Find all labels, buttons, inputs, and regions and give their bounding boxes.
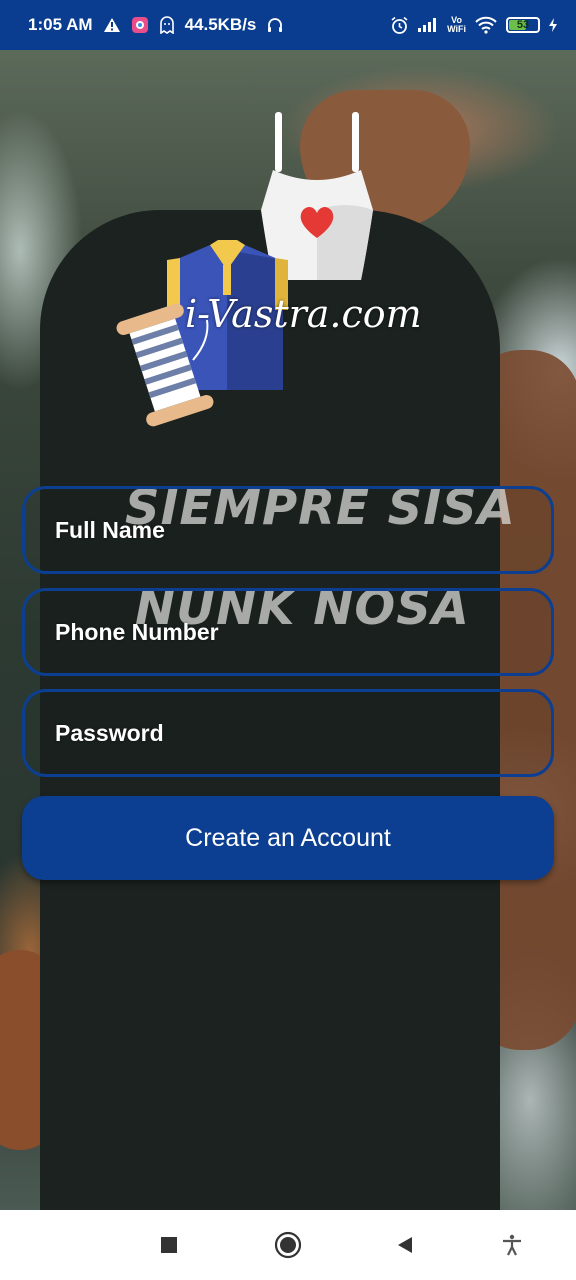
phone-number-label: Phone Number: [55, 618, 219, 645]
headset-icon: [266, 16, 284, 34]
warning-icon: [103, 17, 121, 33]
wifi-icon: [474, 16, 498, 34]
full-name-label: Full Name: [55, 516, 165, 543]
charging-icon: [548, 17, 558, 33]
phone-number-field[interactable]: Phone Number: [22, 588, 554, 676]
alarm-icon: [390, 16, 409, 35]
app-logo: [110, 110, 470, 430]
network-speed: 44.5KB/s: [184, 15, 257, 34]
back-icon[interactable]: [390, 1230, 420, 1260]
ghost-icon: [159, 16, 175, 34]
battery-level: 53: [516, 19, 530, 31]
password-label: Password: [55, 719, 164, 746]
logo-text: i-Vastra.com: [185, 292, 422, 336]
full-name-field[interactable]: Full Name: [22, 486, 554, 574]
accessibility-icon[interactable]: [497, 1230, 527, 1260]
create-account-button[interactable]: Create an Account: [22, 796, 554, 880]
vowifi-icon: Vo WiFi: [447, 16, 466, 34]
status-bar: 1:05 AM 44.5KB/s Vo WiFi 53: [0, 0, 576, 50]
home-icon[interactable]: [273, 1230, 303, 1260]
battery-icon: 53: [506, 17, 540, 33]
navigation-bar: [0, 1210, 576, 1280]
status-time: 1:05 AM: [28, 15, 93, 34]
vowifi-bottom-label: WiFi: [447, 24, 466, 34]
app-icon: [131, 16, 149, 34]
password-field[interactable]: Password: [22, 689, 554, 777]
signal-icon: [417, 17, 439, 33]
recents-icon[interactable]: [154, 1230, 184, 1260]
